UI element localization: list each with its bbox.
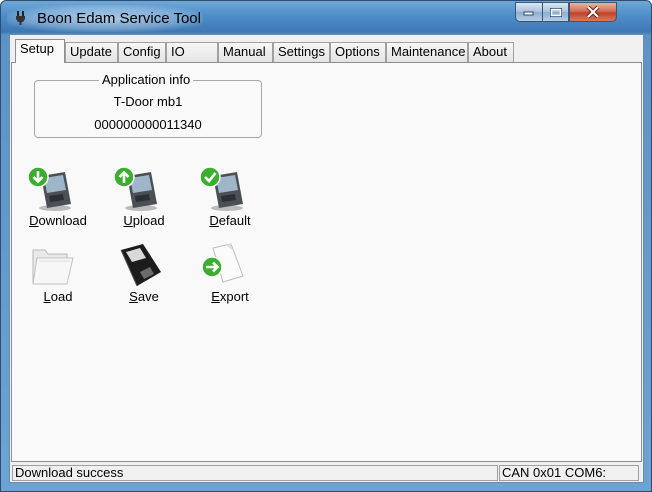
serial-number: 000000000011340 [94, 117, 202, 132]
pda-default-icon [199, 166, 243, 211]
export-label: Export [211, 289, 249, 304]
floppy-disk-icon [120, 244, 161, 287]
tab-maintenance[interactable]: Maintenance [386, 42, 468, 62]
tab-config[interactable]: Config [118, 42, 166, 62]
save-button[interactable]: Save [105, 242, 183, 314]
upload-label: Upload [123, 213, 165, 228]
tab-strip: Setup Update Config IO Manual Settings O… [10, 38, 643, 63]
upload-button[interactable]: Upload [105, 166, 183, 238]
save-label: Save [129, 289, 159, 304]
export-button[interactable]: Export [191, 242, 269, 314]
default-button[interactable]: Default [191, 166, 269, 238]
main-window: Boon Edam Service Tool Setup Update Conf… [0, 0, 652, 492]
tab-io[interactable]: IO [166, 42, 218, 62]
status-bar: Download success CAN 0x01 COM6: [10, 463, 643, 482]
maximize-icon [549, 7, 562, 17]
title-bar[interactable]: Boon Edam Service Tool [1, 1, 651, 34]
application-name: T-Door mb1 [113, 94, 183, 109]
status-message: Download success [12, 465, 498, 481]
plug-icon [16, 11, 25, 25]
tab-manual[interactable]: Manual [218, 42, 273, 62]
application-info-group: Application info T-Door mb1 000000000011… [34, 73, 262, 138]
default-label: Default [209, 213, 251, 228]
tab-setup[interactable]: Setup [15, 39, 65, 63]
maximize-button[interactable] [542, 2, 569, 22]
tab-update[interactable]: Update [65, 42, 118, 62]
setup-panel: Application info T-Door mb1 000000000011… [11, 62, 642, 462]
connection-status: CAN 0x01 COM6: [499, 465, 639, 481]
window-title: Boon Edam Service Tool [37, 10, 201, 27]
minimize-icon [523, 11, 534, 16]
application-info-legend: Application info [99, 73, 194, 87]
pda-download-icon [27, 166, 71, 211]
load-button[interactable]: Load [19, 242, 97, 314]
close-icon [586, 6, 600, 18]
minimize-button[interactable] [515, 2, 542, 22]
tab-about[interactable]: About [468, 42, 514, 62]
tab-settings[interactable]: Settings [273, 42, 330, 62]
tab-options[interactable]: Options [330, 42, 386, 62]
download-button[interactable]: Download [19, 166, 97, 238]
folder-icon [32, 249, 74, 285]
pda-upload-icon [113, 166, 157, 211]
window-controls [515, 2, 617, 23]
load-label: Load [43, 289, 73, 304]
download-label: Download [29, 213, 87, 228]
export-document-icon [201, 243, 244, 283]
client-area: Setup Update Config IO Manual Settings O… [9, 34, 644, 483]
close-button[interactable] [569, 2, 617, 22]
